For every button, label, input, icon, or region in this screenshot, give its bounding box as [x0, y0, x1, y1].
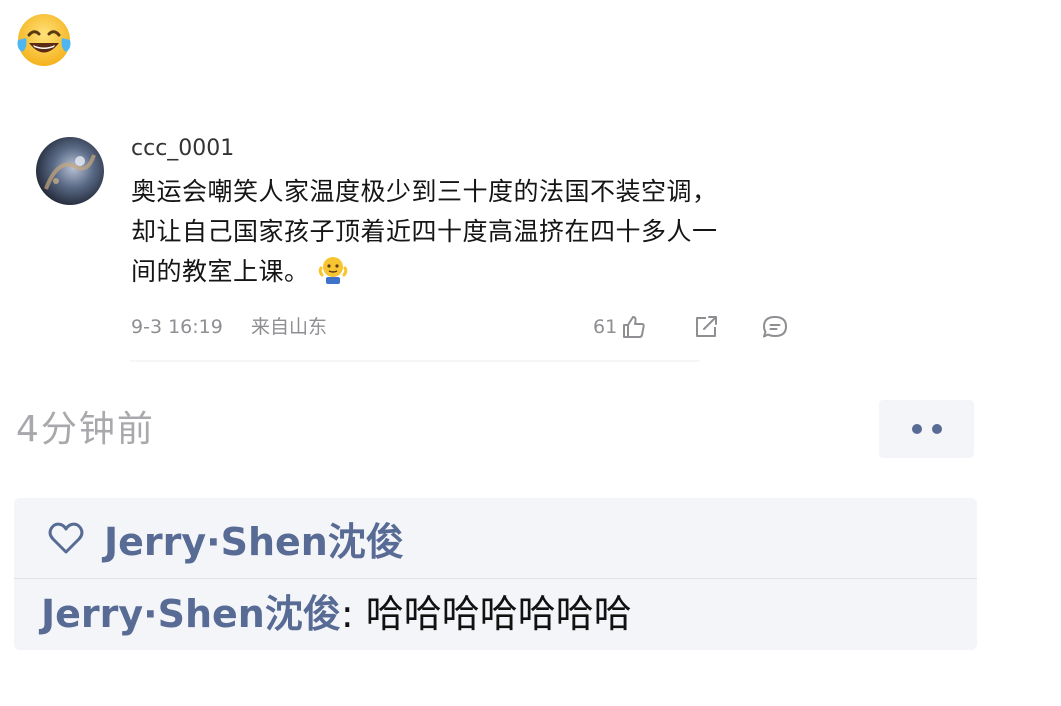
like-count: 61: [593, 316, 618, 338]
reply-separator: :: [340, 592, 366, 636]
comment-text: 奥运会嘲笑人家温度极少到三十度的法国不装空调， 却让自己国家孩子顶着近四十度高温…: [131, 172, 796, 292]
thumbs-up-icon: [623, 316, 645, 338]
divider: [130, 360, 700, 362]
post-time: 4分钟前: [16, 409, 155, 450]
more-options-icon-dot: [931, 424, 942, 434]
comment-text-line: 奥运会嘲笑人家温度极少到三十度的法国不装空调，: [131, 177, 718, 206]
reply-text: 哈哈哈哈哈哈哈: [365, 592, 632, 636]
like-button[interactable]: 61: [593, 310, 647, 344]
comment-meta: 9-3 16:19 来自山东 61: [131, 310, 796, 344]
more-options-icon: [911, 424, 922, 434]
interactions-box: Jerry·Shen沈俊 Jerry·Shen沈俊: 哈哈哈哈哈哈哈: [14, 498, 977, 650]
liker-name[interactable]: Jerry·Shen沈俊: [104, 511, 404, 566]
avatar[interactable]: [36, 137, 104, 205]
comment-username[interactable]: ccc_0001: [131, 132, 796, 166]
comment-text-line: 却让自己国家孩子顶着近四十度高温挤在四十多人一: [131, 217, 718, 246]
share-button[interactable]: [693, 314, 719, 351]
comment-text-line: 间的教室上课。: [131, 252, 796, 292]
tears-of-joy-emoji: [14, 10, 74, 70]
comment-icon: [763, 316, 787, 338]
comment-location: 来自山东: [251, 316, 328, 338]
comment-text-line-end: 间的教室上课。: [131, 257, 310, 286]
reply-item[interactable]: Jerry·Shen沈俊: 哈哈哈哈哈哈哈: [41, 582, 632, 646]
reply-author[interactable]: Jerry·Shen沈俊: [41, 592, 341, 636]
share-icon: [696, 316, 717, 337]
box-divider: [14, 578, 977, 579]
shrug-emoji: [318, 255, 348, 285]
heart-icon: [48, 522, 84, 554]
comment-time: 9-3 16:19: [131, 316, 223, 338]
likes-row: Jerry·Shen沈俊: [14, 498, 977, 578]
more-options-button[interactable]: [879, 400, 974, 458]
reply-button[interactable]: [761, 314, 789, 351]
